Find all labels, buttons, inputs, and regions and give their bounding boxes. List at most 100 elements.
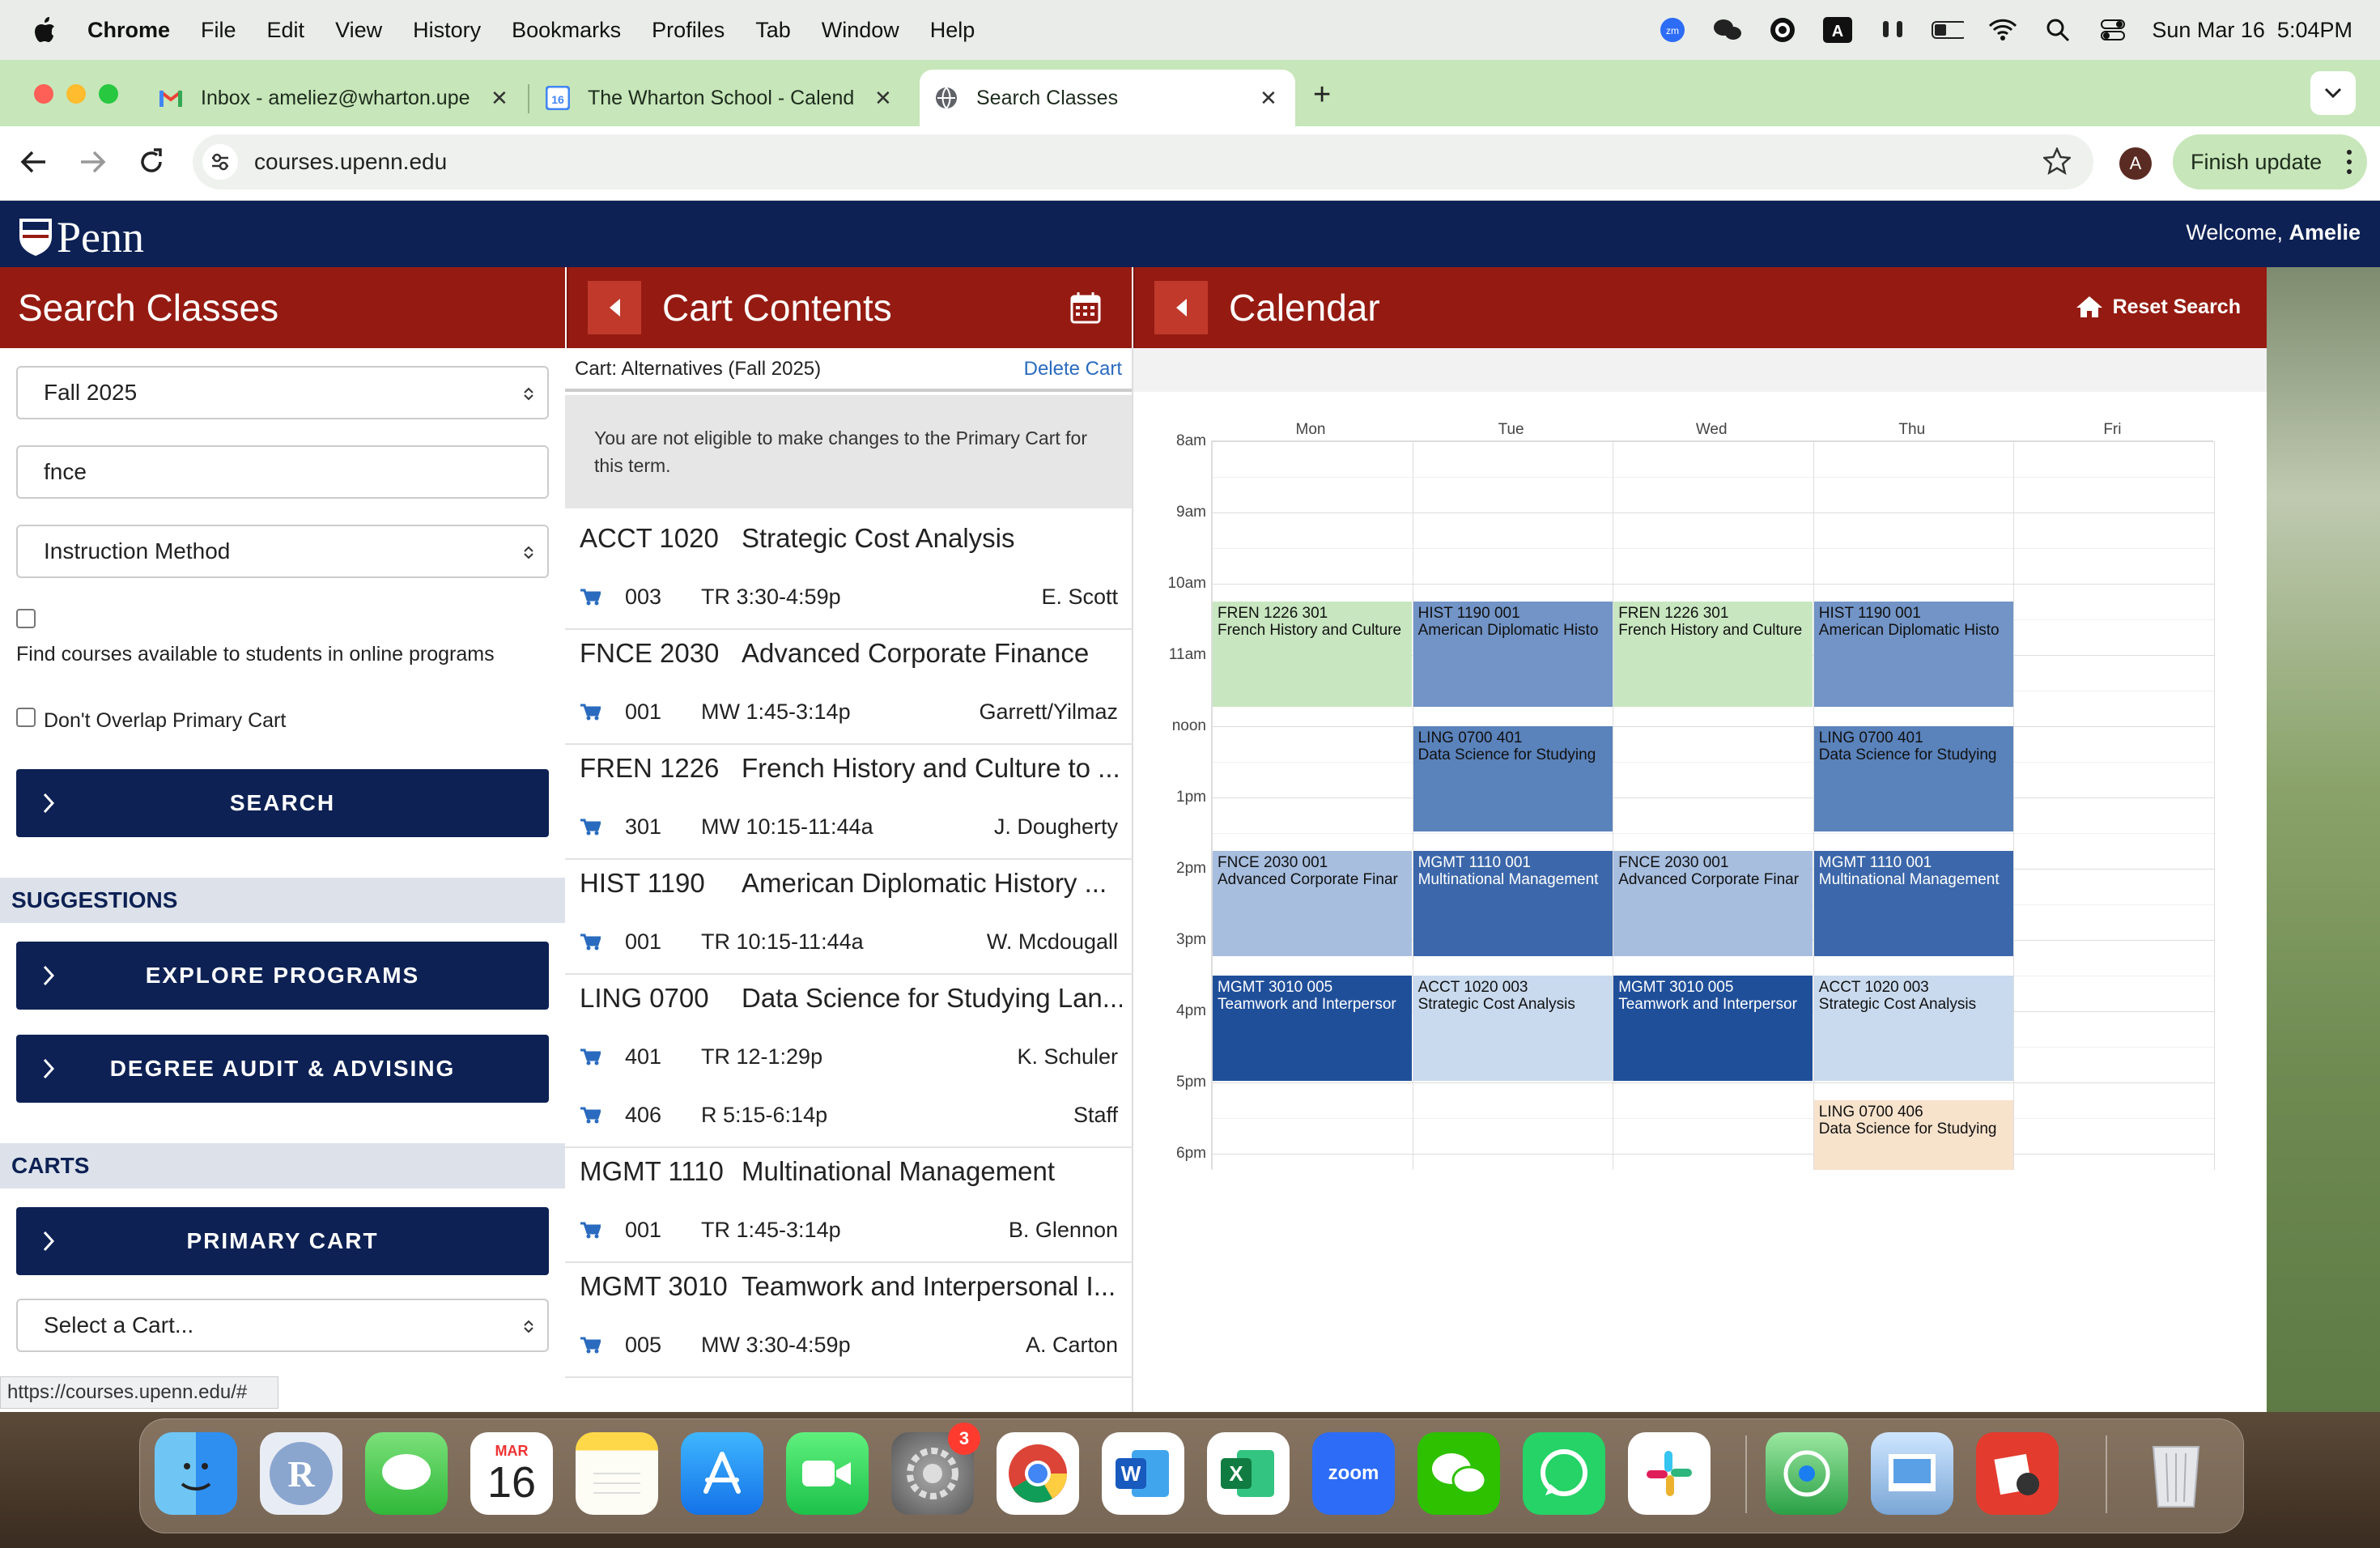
cart-icon[interactable] xyxy=(580,1106,601,1124)
battery-icon[interactable] xyxy=(1932,14,1965,46)
close-tab-icon[interactable]: ✕ xyxy=(491,86,508,111)
calendar-event[interactable]: MGMT 3010 005 Teamwork and Interpersor xyxy=(1213,976,1412,1081)
collapse-left-arrow-icon[interactable] xyxy=(588,281,641,334)
new-tab-icon[interactable]: + xyxy=(1313,78,1331,113)
course-section-row[interactable]: 001 TR 10:15-11:44a W. Mcdougall xyxy=(580,916,1118,967)
photo-booth-icon[interactable] xyxy=(1976,1432,2059,1515)
calendar-app-icon[interactable]: MAR 16 xyxy=(470,1432,553,1515)
cart-course-row[interactable]: MGMT 1110 Multinational Management 001 TR 1… xyxy=(565,1148,1133,1263)
cart-course-row[interactable]: MGMT 3010 Teamwork and Interpersonal I...… xyxy=(565,1263,1133,1378)
course-title[interactable]: FNCE 2030 Advanced Corporate Finance xyxy=(580,638,1122,669)
cart-icon[interactable] xyxy=(580,1048,601,1065)
cart-course-row[interactable]: FNCE 2030 Advanced Corporate Finance 001 MW… xyxy=(565,630,1133,745)
search-button[interactable]: SEARCH xyxy=(16,769,549,837)
cart-icon[interactable] xyxy=(580,933,601,950)
input-source-icon[interactable]: A xyxy=(1821,14,1854,46)
bookmark-star-icon[interactable] xyxy=(2043,147,2071,175)
menu-app-name[interactable]: Chrome xyxy=(87,18,170,43)
course-section-row[interactable]: 005 MW 3:30-4:59p A. Carton xyxy=(580,1320,1118,1370)
calendar-event[interactable]: FNCE 2030 001 Advanced Corporate Finar xyxy=(1213,851,1412,956)
course-title[interactable]: FREN 1226 French History and Culture to .… xyxy=(580,753,1122,784)
grammarly-icon[interactable] xyxy=(1766,14,1799,46)
url-text[interactable]: courses.upenn.edu xyxy=(254,149,447,175)
calendar-event[interactable]: LING 0700 401 Data Science for Studying xyxy=(1413,726,1613,831)
cart-course-row[interactable]: FREN 1226 French History and Culture to .… xyxy=(565,745,1133,860)
find-my-icon[interactable] xyxy=(1766,1432,1848,1515)
cart-icon[interactable] xyxy=(580,1336,601,1354)
trash-icon[interactable] xyxy=(2135,1432,2217,1515)
forward-arrow-icon[interactable] xyxy=(79,149,107,175)
calendar-event[interactable]: MGMT 1110 001 Multinational Management xyxy=(1413,851,1613,956)
excel-icon[interactable]: X xyxy=(1207,1432,1290,1515)
course-section-row[interactable]: 401 TR 12-1:29p K. Schuler xyxy=(580,1031,1118,1082)
calendar-event[interactable]: LING 0700 401 Data Science for Studying xyxy=(1813,726,2013,831)
course-search-input[interactable]: fnce xyxy=(16,445,549,499)
more-vert-icon[interactable] xyxy=(2346,149,2352,175)
close-tab-icon[interactable]: ✕ xyxy=(874,86,892,111)
menu-window[interactable]: Window xyxy=(822,18,899,43)
collapse-left-arrow-icon[interactable] xyxy=(1154,281,1208,334)
app-store-icon[interactable] xyxy=(681,1432,763,1515)
preview-icon[interactable] xyxy=(1871,1432,1953,1515)
finder-icon[interactable] xyxy=(155,1432,237,1515)
site-settings-icon[interactable] xyxy=(202,144,238,180)
course-section-row[interactable]: 301 MW 10:15-11:44a J. Dougherty xyxy=(580,802,1118,852)
minimize-window-button[interactable] xyxy=(66,84,86,104)
course-section-row[interactable]: 001 TR 1:45-3:14p B. Glennon xyxy=(580,1205,1118,1255)
whatsapp-icon[interactable] xyxy=(1523,1432,1605,1515)
course-title[interactable]: HIST 1190 American Diplomatic History ... xyxy=(580,868,1122,899)
address-bar[interactable]: courses.upenn.edu xyxy=(193,134,2093,189)
select-cart-dropdown[interactable]: Select a Cart... xyxy=(16,1299,549,1352)
penn-logo[interactable]: Penn xyxy=(18,212,144,262)
tab-search-dropdown-icon[interactable] xyxy=(2310,71,2356,115)
menu-profiles[interactable]: Profiles xyxy=(652,18,725,43)
course-section-row[interactable]: 406 R 5:15-6:14p Staff xyxy=(580,1090,1118,1140)
online-programs-checkbox[interactable] xyxy=(16,609,36,628)
profile-avatar[interactable]: A xyxy=(2119,147,2152,180)
course-section-row[interactable]: 003 TR 3:30-4:59p E. Scott xyxy=(580,572,1118,622)
calendar-event[interactable]: HIST 1190 001 American Diplomatic Histo xyxy=(1413,602,1613,707)
word-icon[interactable]: W xyxy=(1102,1432,1184,1515)
zoom-icon[interactable]: zoom xyxy=(1312,1432,1395,1515)
cart-course-row[interactable]: ACCT 1020 Strategic Cost Analysis 003 TR 3:… xyxy=(565,515,1133,630)
zoom-status-icon[interactable]: zm xyxy=(1656,14,1689,46)
close-window-button[interactable] xyxy=(34,84,53,104)
degree-audit-button[interactable]: DEGREE AUDIT & ADVISING xyxy=(16,1035,549,1103)
calendar-event[interactable]: LING 0700 406 Data Science for Studying xyxy=(1813,1100,2013,1170)
calendar-event[interactable]: HIST 1190 001 American Diplomatic Histo xyxy=(1813,602,2013,707)
maximize-window-button[interactable] xyxy=(99,84,118,104)
wifi-icon[interactable] xyxy=(1987,14,2019,46)
cart-icon[interactable] xyxy=(580,1221,601,1239)
notes-icon[interactable] xyxy=(576,1432,658,1515)
menubar-clock[interactable]: Sun Mar 16 5:04PM xyxy=(2152,18,2352,43)
chrome-icon[interactable] xyxy=(997,1432,1079,1515)
cart-course-row[interactable]: HIST 1190 American Diplomatic History ...… xyxy=(565,860,1133,975)
calendar-event[interactable]: FNCE 2030 001 Advanced Corporate Finar xyxy=(1613,851,1813,956)
calendar-event[interactable]: ACCT 1020 003 Strategic Cost Analysis xyxy=(1813,976,2013,1081)
airpods-icon[interactable] xyxy=(1876,14,1909,46)
course-title[interactable]: MGMT 1110 Multinational Management xyxy=(580,1156,1122,1187)
menu-file[interactable]: File xyxy=(201,18,236,43)
spotlight-search-icon[interactable] xyxy=(2042,14,2074,46)
delete-cart-link[interactable]: Delete Cart xyxy=(1024,358,1122,381)
back-arrow-icon[interactable] xyxy=(19,149,47,175)
cart-icon[interactable] xyxy=(580,588,601,606)
reset-search-button[interactable]: Reset Search xyxy=(2076,295,2241,319)
cart-course-row[interactable]: LING 0700 Data Science for Studying Lan..… xyxy=(565,975,1133,1148)
dont-overlap-checkbox[interactable] xyxy=(16,708,36,727)
apple-icon[interactable] xyxy=(32,16,57,44)
calendar-icon[interactable] xyxy=(1070,291,1101,324)
finish-update-button[interactable]: Finish update xyxy=(2173,134,2367,189)
menu-view[interactable]: View xyxy=(335,18,382,43)
calendar-event[interactable]: ACCT 1020 003 Strategic Cost Analysis xyxy=(1413,976,1613,1081)
cart-icon[interactable] xyxy=(580,818,601,836)
wechat-status-icon[interactable] xyxy=(1711,14,1744,46)
cart-icon[interactable] xyxy=(580,703,601,721)
close-tab-icon[interactable]: ✕ xyxy=(1260,86,1277,111)
explore-programs-button[interactable]: EXPLORE PROGRAMS xyxy=(16,942,549,1010)
tab-search-classes[interactable]: Search Classes ✕ xyxy=(920,70,1295,126)
facetime-icon[interactable] xyxy=(786,1432,869,1515)
control-center-icon[interactable] xyxy=(2097,14,2129,46)
calendar-event[interactable]: FREN 1226 301 French History and Culture xyxy=(1213,602,1412,707)
calendar-event[interactable]: MGMT 1110 001 Multinational Management xyxy=(1813,851,2013,956)
